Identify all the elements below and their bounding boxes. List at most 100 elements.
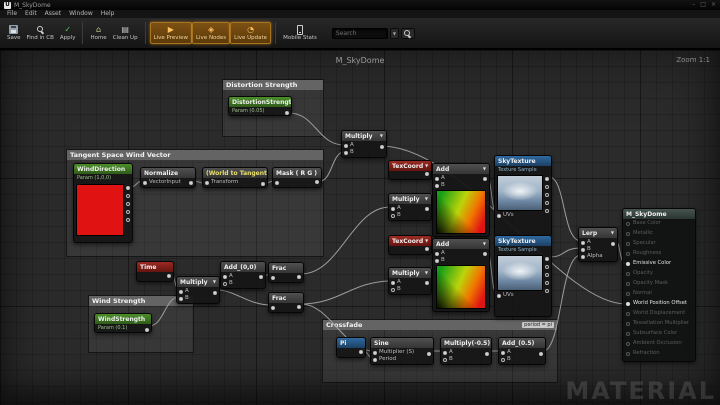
output-pin-rgb[interactable] bbox=[545, 177, 549, 181]
output-pin[interactable] bbox=[189, 181, 193, 185]
input-pin-a[interactable] bbox=[391, 281, 395, 285]
node-distortion-strength-param[interactable]: DistortionStrength Param (0.05) bbox=[228, 96, 292, 116]
collapse-icon[interactable]: ▼ bbox=[611, 231, 614, 235]
node-multiply-half[interactable]: Multiply(-0.5) A B bbox=[440, 337, 492, 365]
minimize-button[interactable]: – bbox=[692, 2, 695, 8]
live-nodes-toggle[interactable]: ◈ Live Nodes bbox=[192, 22, 230, 44]
input-pin-a[interactable] bbox=[435, 252, 439, 256]
collapse-icon[interactable]: ▼ bbox=[425, 271, 428, 275]
menu-item-asset[interactable]: Asset bbox=[41, 10, 65, 18]
input-pin-b[interactable] bbox=[391, 288, 395, 292]
window-titlebar[interactable]: U M_SkyDome – □ × bbox=[0, 0, 720, 10]
input-pin-period[interactable] bbox=[373, 358, 377, 362]
node-pi[interactable]: Pi bbox=[336, 337, 366, 358]
node-add-uv-top[interactable]: Add▼ A B bbox=[432, 163, 490, 237]
output-pin[interactable] bbox=[425, 247, 429, 251]
output-pin-b[interactable] bbox=[545, 201, 549, 205]
output-pin[interactable] bbox=[483, 252, 487, 256]
output-pin-r[interactable] bbox=[545, 185, 549, 189]
output-pin[interactable] bbox=[359, 350, 363, 354]
input-pin-subsurface-color[interactable] bbox=[626, 332, 630, 336]
node-multiply-uv-bottom[interactable]: Multiply▼ A B bbox=[388, 267, 432, 295]
node-lerp[interactable]: Lerp▼ A B Alpha bbox=[578, 227, 618, 262]
input-pin-refraction[interactable] bbox=[626, 352, 630, 356]
wire[interactable] bbox=[217, 290, 271, 305]
collapse-icon[interactable]: ▼ bbox=[483, 167, 486, 171]
search-input[interactable] bbox=[332, 28, 388, 39]
input-pin-b[interactable] bbox=[391, 214, 395, 218]
menu-item-window[interactable]: Window bbox=[65, 10, 97, 18]
output-pin-rgb[interactable] bbox=[126, 186, 130, 190]
input-pin-roughness[interactable] bbox=[626, 252, 630, 256]
node-skytexture-top[interactable]: SkyTexture Texture Sample UVs bbox=[494, 155, 552, 237]
input-pin-opacity[interactable] bbox=[626, 272, 630, 276]
input-pin-b[interactable] bbox=[223, 282, 227, 286]
input-pin-a[interactable] bbox=[501, 351, 505, 355]
node-world-to-tangent-transform[interactable]: (World to Tangent) Transform bbox=[202, 167, 268, 188]
output-pin-g[interactable] bbox=[545, 193, 549, 197]
node-texcoord-bottom[interactable]: TexCoord▼ bbox=[388, 235, 432, 255]
node-time[interactable]: Time bbox=[136, 261, 174, 282]
input-pin[interactable] bbox=[143, 181, 147, 185]
input-pin[interactable] bbox=[275, 181, 279, 185]
output-pin[interactable] bbox=[145, 328, 149, 332]
input-pin-a[interactable] bbox=[435, 177, 439, 181]
node-add-half[interactable]: Add_(0.5) A B bbox=[498, 337, 546, 365]
menu-item-file[interactable]: File bbox=[3, 10, 21, 18]
input-pin-metallic[interactable] bbox=[626, 232, 630, 236]
node-texcoord-top[interactable]: TexCoord▼ bbox=[388, 160, 432, 180]
input-pin-specular[interactable] bbox=[626, 242, 630, 246]
find-in-cb-button[interactable]: Find in CB bbox=[24, 23, 57, 43]
output-pin-r[interactable] bbox=[545, 265, 549, 269]
output-pin[interactable] bbox=[315, 180, 319, 184]
node-frac-bottom[interactable]: Frac bbox=[268, 292, 304, 313]
input-pin[interactable] bbox=[271, 306, 275, 310]
apply-button[interactable]: ✓ Apply bbox=[57, 23, 79, 43]
collapse-icon[interactable]: ▼ bbox=[425, 239, 428, 243]
output-pin-a[interactable] bbox=[545, 289, 549, 293]
live-update-toggle[interactable]: ◔ Live Update bbox=[230, 22, 271, 44]
output-pin-a[interactable] bbox=[126, 218, 130, 222]
input-pin-world-position-offset[interactable] bbox=[626, 302, 630, 306]
menu-item-edit[interactable]: Edit bbox=[21, 10, 41, 18]
output-pin[interactable] bbox=[213, 291, 217, 295]
node-wind-direction-param[interactable]: WindDirection Param (1,0,0) bbox=[73, 163, 133, 243]
wire[interactable] bbox=[301, 281, 391, 304]
output-pin[interactable] bbox=[427, 352, 431, 356]
output-pin-rgb[interactable] bbox=[545, 257, 549, 261]
output-pin[interactable] bbox=[483, 177, 487, 181]
output-pin[interactable] bbox=[261, 182, 265, 186]
node-multiply-distortion[interactable]: Multiply▼ A B bbox=[341, 130, 387, 158]
input-pin-a[interactable] bbox=[581, 241, 585, 245]
collapse-icon[interactable]: ▼ bbox=[483, 242, 486, 246]
output-pin[interactable] bbox=[297, 275, 301, 279]
mobile-stats-button[interactable]: Mobile Stats bbox=[280, 23, 320, 43]
output-pin-r[interactable] bbox=[126, 194, 130, 198]
search-go-button[interactable] bbox=[401, 28, 415, 39]
graph-canvas[interactable]: M_SkyDome Zoom 1:1 MATERIAL Distortion S… bbox=[0, 49, 720, 405]
input-pin-b[interactable] bbox=[581, 248, 585, 252]
node-skytexture-bottom[interactable]: SkyTexture Texture Sample UVs bbox=[494, 235, 552, 317]
input-pin-b[interactable] bbox=[501, 358, 505, 362]
input-pin-a[interactable] bbox=[223, 275, 227, 279]
output-pin-g[interactable] bbox=[126, 202, 130, 206]
node-material-output[interactable]: M_SkyDome Base Color Metallic Specular R… bbox=[622, 208, 696, 362]
collapse-icon[interactable]: ▼ bbox=[380, 134, 383, 138]
output-pin-b[interactable] bbox=[545, 281, 549, 285]
output-pin-a[interactable] bbox=[545, 209, 549, 213]
input-pin-uvs[interactable] bbox=[497, 294, 501, 298]
node-add-uv-bottom[interactable]: Add▼ A B bbox=[432, 238, 490, 312]
input-pin-a[interactable] bbox=[344, 144, 348, 148]
input-pin-b[interactable] bbox=[435, 259, 439, 263]
collapse-icon[interactable]: ▼ bbox=[425, 197, 428, 201]
menu-item-help[interactable]: Help bbox=[97, 10, 119, 18]
input-pin-base-color[interactable] bbox=[626, 222, 630, 226]
node-normalize[interactable]: Normalize VectorInput bbox=[140, 167, 196, 188]
input-pin[interactable] bbox=[205, 181, 209, 185]
save-button[interactable]: Save bbox=[4, 23, 24, 43]
output-pin-b[interactable] bbox=[126, 210, 130, 214]
node-frac-top[interactable]: Frac bbox=[268, 262, 304, 283]
node-add-offset[interactable]: Add_(0,0) A B bbox=[220, 261, 266, 289]
output-pin[interactable] bbox=[425, 172, 429, 176]
output-pin[interactable] bbox=[485, 352, 489, 356]
